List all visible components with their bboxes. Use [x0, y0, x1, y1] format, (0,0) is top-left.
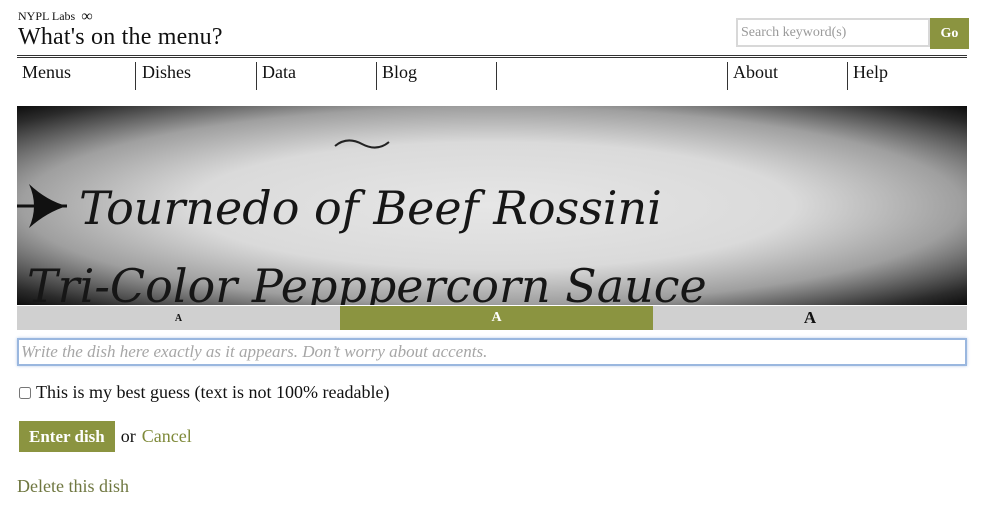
delete-dish-link[interactable]: Delete this dish — [17, 476, 129, 497]
best-guess[interactable]: This is my best guess (text is not 100% … — [19, 382, 389, 403]
search-input[interactable] — [736, 18, 930, 47]
nav-item-dishes[interactable]: Dishes — [142, 62, 191, 83]
menu-image-text: Tournedo of Beef Rossini Tri-Color Peppp… — [17, 139, 707, 305]
arrow-right-icon — [17, 184, 67, 228]
nav-divider — [847, 62, 848, 90]
nav-divider — [496, 62, 497, 90]
nav-divider — [376, 62, 377, 90]
nav-item-data[interactable]: Data — [262, 62, 296, 83]
font-size-large[interactable]: A — [653, 306, 967, 330]
nav-item-help[interactable]: Help — [853, 62, 888, 83]
font-size-small[interactable]: A — [17, 306, 340, 330]
enter-dish-button[interactable]: Enter dish — [19, 421, 115, 452]
menu-item-image: Tournedo of Beef Rossini Tri-Color Peppp… — [17, 106, 967, 305]
font-size-toggle: A A A — [17, 306, 967, 330]
nav-item-blog[interactable]: Blog — [382, 62, 417, 83]
nav-item-about[interactable]: About — [733, 62, 778, 83]
search-form: Go — [736, 18, 969, 49]
infinity-swirl-icon: ∞ — [81, 7, 93, 25]
cancel-link[interactable]: Cancel — [142, 426, 192, 447]
brand[interactable]: NYPL Labs ∞ — [18, 7, 93, 25]
main-nav: Menus Dishes Data Blog About Help — [17, 55, 967, 90]
tilde-mark — [334, 139, 390, 149]
font-size-medium[interactable]: A — [340, 306, 653, 330]
or-text: or — [120, 426, 136, 446]
nav-divider — [727, 62, 728, 90]
menu-image-line-1: Tournedo of Beef Rossini — [79, 181, 662, 235]
nav-divider — [135, 62, 136, 90]
nav-divider — [256, 62, 257, 90]
menu-image-line-2: Tri-Color Pepppercorn Sauce — [27, 259, 707, 305]
brand-name: NYPL Labs — [18, 9, 76, 23]
search-go-button[interactable]: Go — [930, 18, 969, 49]
nav-item-menus[interactable]: Menus — [22, 62, 71, 83]
best-guess-label: This is my best guess (text is not 100% … — [36, 382, 390, 402]
dish-name-input[interactable] — [17, 338, 967, 366]
best-guess-checkbox[interactable] — [19, 386, 31, 399]
submit-row: Enter dish or Cancel — [19, 421, 192, 452]
site-title[interactable]: What's on the menu? — [18, 24, 223, 51]
